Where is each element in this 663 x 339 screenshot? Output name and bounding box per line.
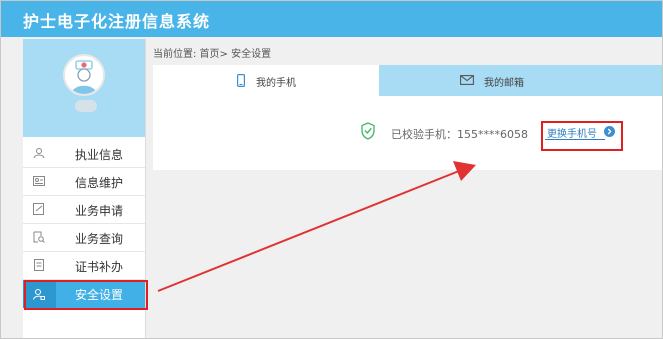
- app-window: 护士电子化注册信息系统 执业信息 信息维护 业务申请 业务查询 证书补办 安全设…: [0, 0, 663, 339]
- annotation-arrow: [157, 161, 476, 292]
